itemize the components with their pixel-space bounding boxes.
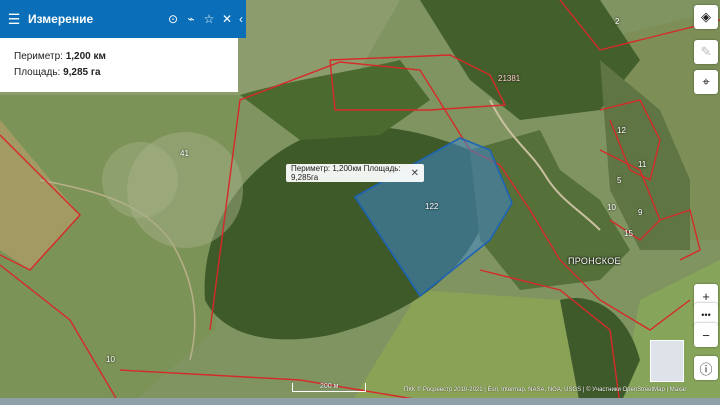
parcel-label: 9 (638, 208, 643, 217)
star-icon[interactable]: ☆ (200, 12, 218, 26)
bottom-thumbnail-strip (0, 398, 720, 405)
parcel-label: 2 (615, 17, 620, 26)
panel-title: Измерение (28, 12, 94, 26)
crosshair-icon[interactable]: ⌖ (694, 70, 718, 94)
parcel-label: 11 (638, 160, 647, 169)
close-icon[interactable]: ✕ (411, 168, 419, 179)
perimeter-label: Периметр: (14, 51, 63, 62)
parcel-label: 41 (180, 149, 189, 158)
area-value: 9,285 га (63, 67, 101, 78)
parcel-label: 10 (106, 355, 115, 364)
ruler-icon[interactable]: ⌁ (182, 12, 200, 26)
menu-icon[interactable]: ☰ (0, 11, 28, 28)
measure-panel: Периметр: 1,200 км Площадь: 9,285 га (0, 38, 238, 92)
parcel-label: 15 (624, 229, 633, 238)
parcel-label: 10 (607, 203, 616, 212)
pencil-icon[interactable]: ✎ (694, 40, 718, 64)
locate-icon[interactable]: ⊙ (164, 12, 182, 26)
parcel-label: 21381 (498, 74, 521, 83)
parcel-label: 5 (617, 176, 622, 185)
perimeter-row: Периметр: 1,200 км (14, 51, 106, 62)
layers-icon[interactable]: ◈ (694, 5, 718, 29)
parcel-label: 122 (425, 202, 439, 211)
measure-tooltip: Периметр: 1,200км Площадь: 9,285га ✕ (286, 164, 424, 182)
village-name: ПРОНСКОЕ (568, 256, 621, 266)
measure-tooltip-text: Периметр: 1,200км Площадь: 9,285га (291, 164, 401, 182)
info-icon[interactable]: ⓘ (694, 356, 718, 380)
perimeter-value: 1,200 км (65, 51, 106, 62)
close-icon[interactable]: ✕ (218, 12, 236, 26)
scale-label: 200 м (320, 383, 339, 390)
area-row: Площадь: 9,285 га (14, 67, 101, 78)
parcel-label: 12 (617, 126, 626, 135)
collapse-icon[interactable]: ‹ (236, 12, 246, 26)
area-label: Площадь: (14, 67, 61, 78)
map-attribution: ПКК © Росреестр 2010-2021 | Esri, Interm… (404, 387, 687, 393)
measure-panel-header: ☰ Измерение ⊙ ⌁ ☆ ✕ ‹ (0, 0, 246, 38)
zoom-out-icon[interactable]: − (694, 323, 718, 347)
minimap[interactable] (650, 340, 684, 382)
